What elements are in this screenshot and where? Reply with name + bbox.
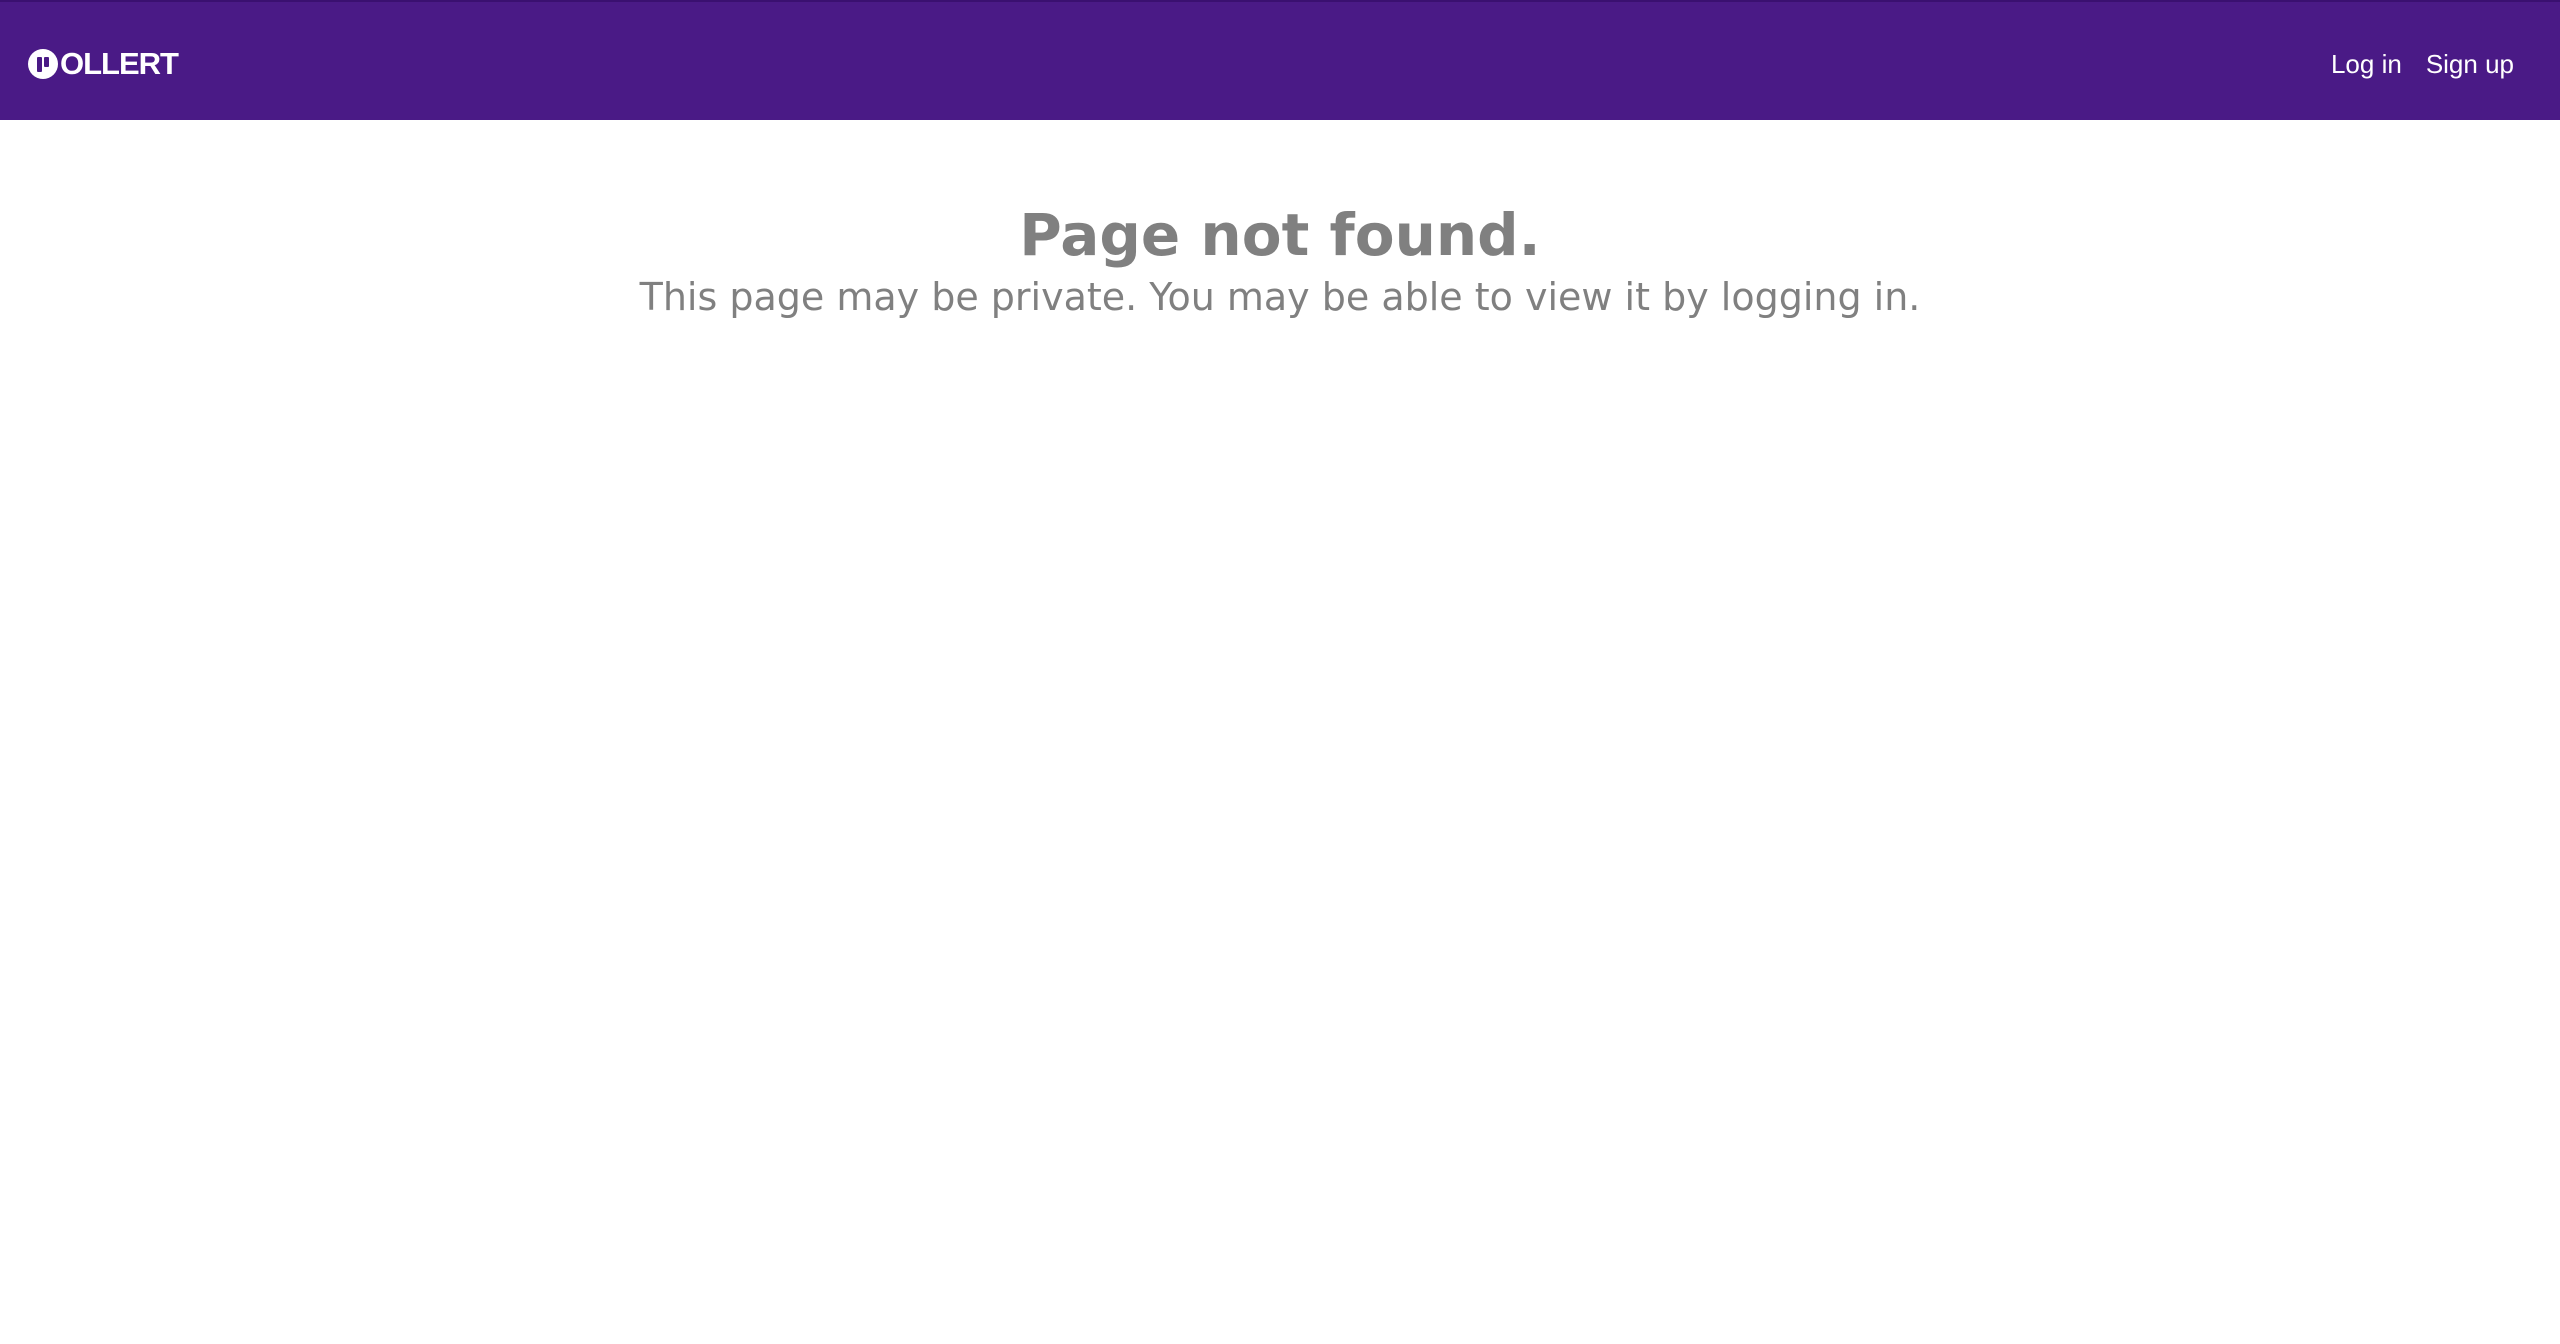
top-navigation-bar: OLLERT Log in Sign up xyxy=(0,0,2560,120)
pollert-logo-icon xyxy=(28,49,58,79)
main-content: Page not found. This page may be private… xyxy=(0,120,2560,322)
page-title: Page not found. xyxy=(1019,201,1541,269)
login-link[interactable]: Log in xyxy=(2331,44,2402,84)
error-message: This page may be private. You may be abl… xyxy=(639,275,1921,319)
header-nav: Log in Sign up xyxy=(2331,44,2514,84)
signup-link[interactable]: Sign up xyxy=(2426,44,2514,84)
logo-link[interactable]: OLLERT xyxy=(28,46,179,81)
logo-text: OLLERT xyxy=(60,46,179,81)
